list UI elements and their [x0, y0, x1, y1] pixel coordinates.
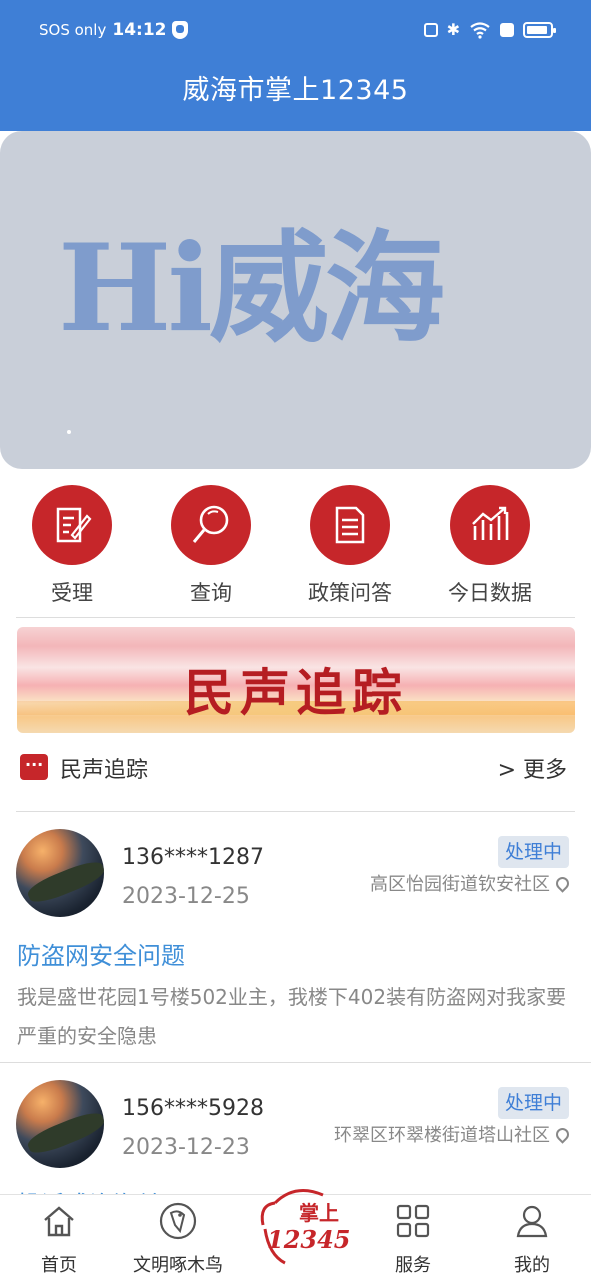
- more-link[interactable]: > 更多: [498, 752, 567, 784]
- section-header: 民声追踪 > 更多: [20, 750, 575, 786]
- avatar: [16, 1080, 104, 1168]
- avatar: [16, 829, 104, 917]
- location-text: 环翠区环翠楼街道塔山社区: [334, 1125, 550, 1146]
- document-list-icon: [310, 485, 390, 565]
- nav-label: 首页: [41, 1255, 77, 1276]
- user-icon: [512, 1201, 552, 1241]
- chat-bubble-icon: [20, 754, 48, 780]
- quick-actions: 受理 查询 政策问答 今日数据: [0, 482, 591, 610]
- quick-action-accept[interactable]: 受理: [12, 482, 132, 607]
- banner-carousel[interactable]: Hi威海: [0, 131, 591, 469]
- nav-home[interactable]: 首页: [9, 1201, 109, 1277]
- status-badge: 处理中: [497, 836, 569, 868]
- nav-label: 我的: [514, 1255, 550, 1276]
- alert-icon: [500, 22, 514, 37]
- card-title[interactable]: 投诉或询海关: [17, 1185, 161, 1194]
- quick-action-label: 受理: [51, 581, 93, 605]
- woodpecker-icon: [158, 1201, 198, 1241]
- battery-icon: [523, 21, 556, 38]
- shield-icon: [172, 21, 189, 39]
- divider: [16, 617, 575, 618]
- quick-action-label: 查询: [190, 581, 232, 605]
- section-banner[interactable]: 民声追踪: [17, 627, 575, 733]
- bottom-nav: 首页 文明啄木鸟 掌上 12345 服务 我的: [0, 1189, 591, 1280]
- center-logo-top-text: 掌上: [299, 1201, 339, 1225]
- app-header: SOS only 14:12 ✱ 威海市掌上12345: [0, 0, 591, 131]
- location-pin-icon: [553, 1124, 572, 1144]
- carousel-indicator: [67, 430, 71, 434]
- quick-action-policy[interactable]: 政策问答: [290, 482, 410, 607]
- nav-label: 服务: [395, 1255, 431, 1276]
- nav-label: 文明啄木鸟: [133, 1255, 223, 1276]
- home-icon: [39, 1201, 79, 1241]
- center-logo-button[interactable]: 掌上 12345: [245, 1185, 351, 1277]
- search-icon: [171, 485, 251, 565]
- section-title: 民声追踪: [60, 758, 149, 783]
- edit-document-icon: [32, 485, 112, 565]
- chart-trend-icon: [450, 485, 530, 565]
- quick-action-query[interactable]: 查询: [151, 482, 271, 607]
- center-logo-text: 12345: [267, 1225, 351, 1254]
- status-bar: SOS only 14:12 ✱: [0, 18, 591, 48]
- card-location: 高区怡园街道钦安社区: [370, 870, 572, 896]
- list-item[interactable]: 136****1287 2023-12-25 处理中 高区怡园街道钦安社区 防盗…: [0, 812, 591, 1062]
- card-body: 我是盛世花园1号楼502业主，我楼下402装有防盗网对我家要严重的安全隐患: [17, 985, 567, 1048]
- carrier-text: SOS only: [39, 21, 107, 39]
- nav-woodpecker[interactable]: 文明啄木鸟: [128, 1201, 228, 1277]
- section-banner-text: 民声追踪: [184, 663, 408, 722]
- list-item[interactable]: 156****5928 2023-12-23 处理中 环翠区环翠楼街道塔山社区 …: [0, 1063, 591, 1194]
- card-date: 2023-12-25: [122, 884, 250, 909]
- wifi-icon: [470, 21, 490, 39]
- location-text: 高区怡园街道钦安社区: [370, 874, 550, 895]
- bluetooth-icon: ✱: [446, 20, 460, 39]
- nav-services[interactable]: 服务: [363, 1201, 463, 1277]
- status-badge: 处理中: [497, 1087, 569, 1119]
- clock: 14:12: [112, 20, 167, 40]
- banner-text: Hi威海: [58, 218, 445, 359]
- nav-mine[interactable]: 我的: [482, 1201, 582, 1277]
- card-title[interactable]: 防盗网安全问题: [17, 936, 185, 971]
- quick-action-label: 今日数据: [448, 581, 532, 605]
- location-pin-icon: [553, 873, 572, 893]
- card-date: 2023-12-23: [122, 1135, 250, 1160]
- card-location: 环翠区环翠楼街道塔山社区: [334, 1121, 572, 1147]
- grid-icon: [393, 1201, 433, 1241]
- quick-action-label: 政策问答: [308, 581, 392, 605]
- nfc-icon: [423, 22, 438, 37]
- card-phone: 136****1287: [122, 845, 264, 870]
- quick-action-today-data[interactable]: 今日数据: [430, 482, 550, 607]
- card-phone: 156****5928: [122, 1096, 264, 1121]
- status-left: SOS only 14:12: [39, 20, 189, 40]
- page-title: 威海市掌上12345: [182, 75, 409, 106]
- status-right: ✱: [423, 20, 556, 39]
